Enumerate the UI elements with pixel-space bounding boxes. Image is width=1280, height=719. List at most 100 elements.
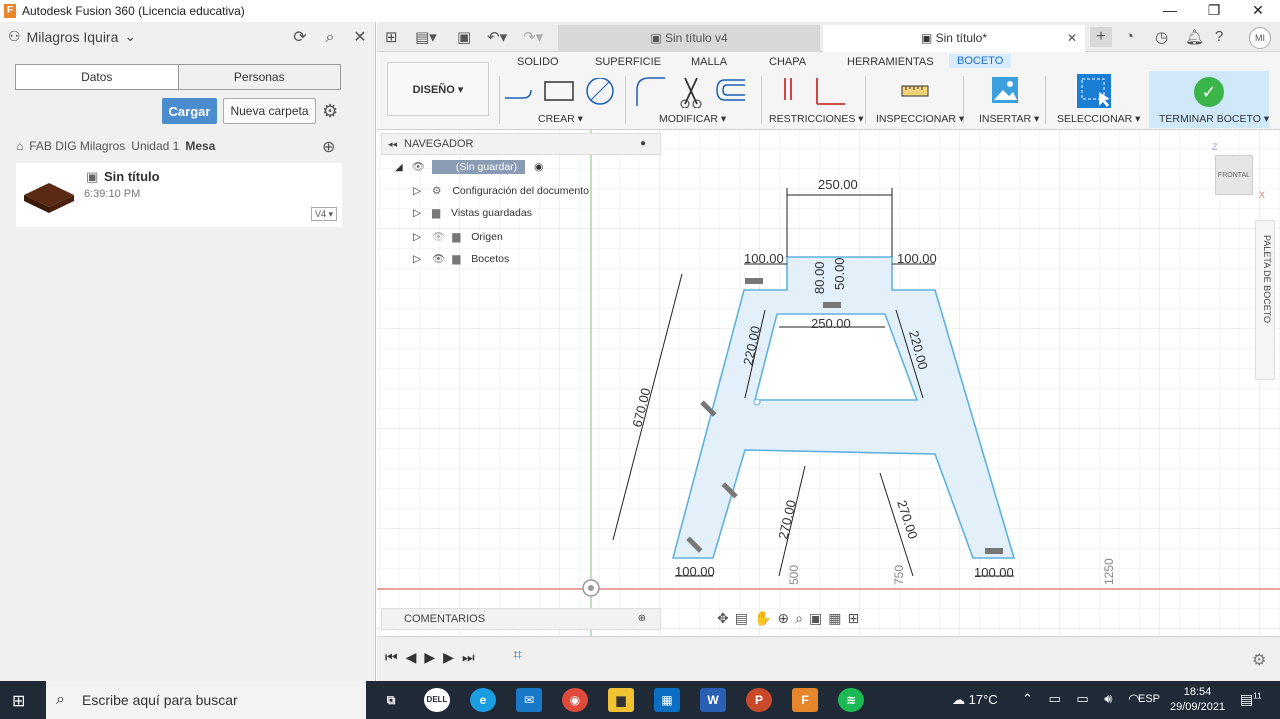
tab-document-active[interactable]: ▣ Sin título* ✕ [823,25,1085,52]
edge-icon[interactable]: e [470,688,496,712]
look-at-icon[interactable]: ▤ [735,610,754,626]
create-menu[interactable]: CREAR ▾ [538,113,583,125]
view-cube[interactable]: FRONTAL [1215,155,1253,195]
redo-icon[interactable]: ↷▾ [523,28,543,46]
go-end-icon[interactable]: ⏭ [462,649,483,665]
navigator-item[interactable]: ▷ 👁︎ ▆ Bocetos [413,252,509,265]
file-menu-icon[interactable]: ▤▾ [415,28,437,46]
search-icon[interactable]: ⌕ [320,28,340,48]
add-comment-icon[interactable]: ⊕ [638,609,646,629]
constraints-tools[interactable] [779,76,849,108]
system-tray[interactable]: ⌃ ▭ ▭ 🔊︎ ◠ [1022,691,1145,707]
file-item[interactable]: ▣ Sin título 6:39:10 PM V4 ▾ [16,163,342,227]
finish-sketch-button[interactable]: ✓ TERMINAR BOCETO ▾ [1149,71,1269,128]
triangle-icon[interactable]: ◢ [395,162,403,173]
eye-icon[interactable]: 👁︎ [432,253,445,265]
bell-icon[interactable]: 🔔︎ [1185,28,1204,46]
extensions-icon[interactable]: ◔ [1125,28,1134,45]
fit-icon[interactable]: ⌕ [795,610,809,626]
constraint-glyph[interactable] [823,302,841,308]
weather-widget[interactable]: ☁ 17°C [952,692,998,708]
job-status-icon[interactable]: ◷ [1155,28,1168,46]
folder-icon[interactable]: ▆ [608,688,634,712]
dim-label[interactable]: 50.00 [832,257,847,290]
view-cube-face[interactable]: FRONTAL [1218,172,1250,179]
tab-document-v4[interactable]: ▣ Sin título v4 [558,25,820,52]
tab-solid[interactable]: SOLIDO [517,56,559,68]
create-tools[interactable] [503,78,623,108]
orbit-icon[interactable]: ✥ [717,610,735,626]
zoom-icon[interactable]: ⊕ [777,610,795,626]
powerpoint-icon[interactable]: P [746,688,772,712]
save-icon[interactable]: ▣ [457,28,471,46]
tab-sheet-metal[interactable]: CHAPA [769,56,806,68]
radio-icon[interactable]: ◉ [534,161,543,173]
home-icon[interactable]: ⌂ [16,139,23,153]
notification-icon[interactable]: ▤11 [1240,691,1262,708]
globe-icon[interactable]: ⊕ [322,137,335,157]
sketch-timeline-icon[interactable]: ⌗ [513,647,522,665]
dim-label[interactable]: 250.00 [818,177,858,192]
segment-data[interactable]: Datos [16,65,178,89]
minimize-button[interactable]: — [1148,0,1192,22]
gear-icon[interactable]: ⚙ [322,101,338,122]
viewports-icon[interactable]: ⊞ [847,610,865,626]
upload-button[interactable]: Cargar [162,98,217,124]
undo-icon[interactable]: ↶▾ [487,28,507,46]
maximize-button[interactable]: ❐ [1192,0,1236,22]
expand-icon[interactable]: ▷ [413,253,421,265]
breadcrumb-item[interactable]: FAB DIG Milagros [29,139,125,153]
sketch-canvas[interactable]: 250.00 100.00 100.00 80.00 50.00 250.00 … [377,130,1280,636]
dim-label[interactable]: 100.00 [974,565,1014,580]
tab-surface[interactable]: SUPERFICIE [595,56,661,68]
tab-sketch[interactable]: BOCETO [949,54,1012,68]
pan-icon[interactable]: ✋ [754,610,777,626]
expand-icon[interactable]: ▷ [413,207,421,219]
comments-panel[interactable]: COMENTARIOS ⊕ [381,608,661,630]
eye-icon[interactable]: 👁︎ [432,231,445,243]
ruler-icon[interactable] [901,82,929,100]
expand-icon[interactable]: ▷ [413,185,421,197]
store-icon[interactable]: ▦ [654,688,680,712]
display-icon[interactable]: ▣ [809,610,828,626]
navigator-item[interactable]: ▷ ▆ Vistas guardadas [413,207,532,219]
sketch-palette-toggle[interactable]: PALETA DE BOCETO [1255,220,1275,380]
mail-icon[interactable]: ✉ [516,688,542,712]
tab-tools[interactable]: HERRAMIENTAS [847,56,934,68]
navigator-panel[interactable]: ◂◂ NAVEGADOR ● [381,133,661,155]
dim-label[interactable]: 100.00 [897,251,937,266]
breadcrumb-item[interactable]: Unidad 1 [131,139,179,153]
gear-icon[interactable]: ⚙ [1252,650,1266,670]
inspect-menu[interactable]: INSPECCIONAR ▾ [876,113,964,125]
close-icon[interactable]: ✕ [350,28,370,48]
dim-label[interactable]: 100.00 [744,251,784,266]
close-window-button[interactable]: ✕ [1236,0,1280,22]
dim-label[interactable]: 80.00 [812,261,827,294]
help-icon[interactable]: ? [1215,28,1223,45]
navigator-root[interactable]: ◢ 👁︎ (Sin guardar) ◉ [395,160,543,174]
constraint-glyph[interactable] [985,548,1003,554]
new-tab-button[interactable]: + [1090,27,1112,47]
user-switcher[interactable]: ⚇ Milagros Iquira ⌄ [8,28,136,45]
segment-people[interactable]: Personas [177,65,340,89]
dell-icon[interactable]: DELL [424,688,450,712]
image-icon[interactable] [991,76,1019,104]
navigator-item[interactable]: ▷ 👁︎ ▆ Origen [413,230,503,243]
clock[interactable]: 18:54 29/09/2021 [1170,685,1225,715]
step-back-icon[interactable]: ◀ [406,649,425,665]
grid-menu-icon[interactable]: ⊞ [385,28,398,46]
refresh-icon[interactable]: ⟳ [290,28,310,48]
task-view-icon[interactable]: ⧉ [378,688,404,712]
tab-mesh[interactable]: MALLA [691,56,727,68]
navigator-item[interactable]: ▷ ⚙ Configuración del documento [413,185,589,197]
dim-label[interactable]: 100.00 [675,564,715,579]
insert-menu[interactable]: INSERTAR ▾ [979,113,1039,125]
language-indicator[interactable]: ESP [1138,693,1160,705]
new-folder-button[interactable]: Nueva carpeta [223,98,316,124]
go-start-icon[interactable]: ⏮ [385,649,406,665]
close-tab-icon[interactable]: ✕ [1067,25,1077,52]
windows-start-icon[interactable]: ⊞ [12,691,25,711]
eye-icon[interactable]: 👁︎ [412,161,425,173]
constraint-glyph[interactable] [745,278,763,284]
play-icon[interactable]: ▶ [424,649,443,665]
